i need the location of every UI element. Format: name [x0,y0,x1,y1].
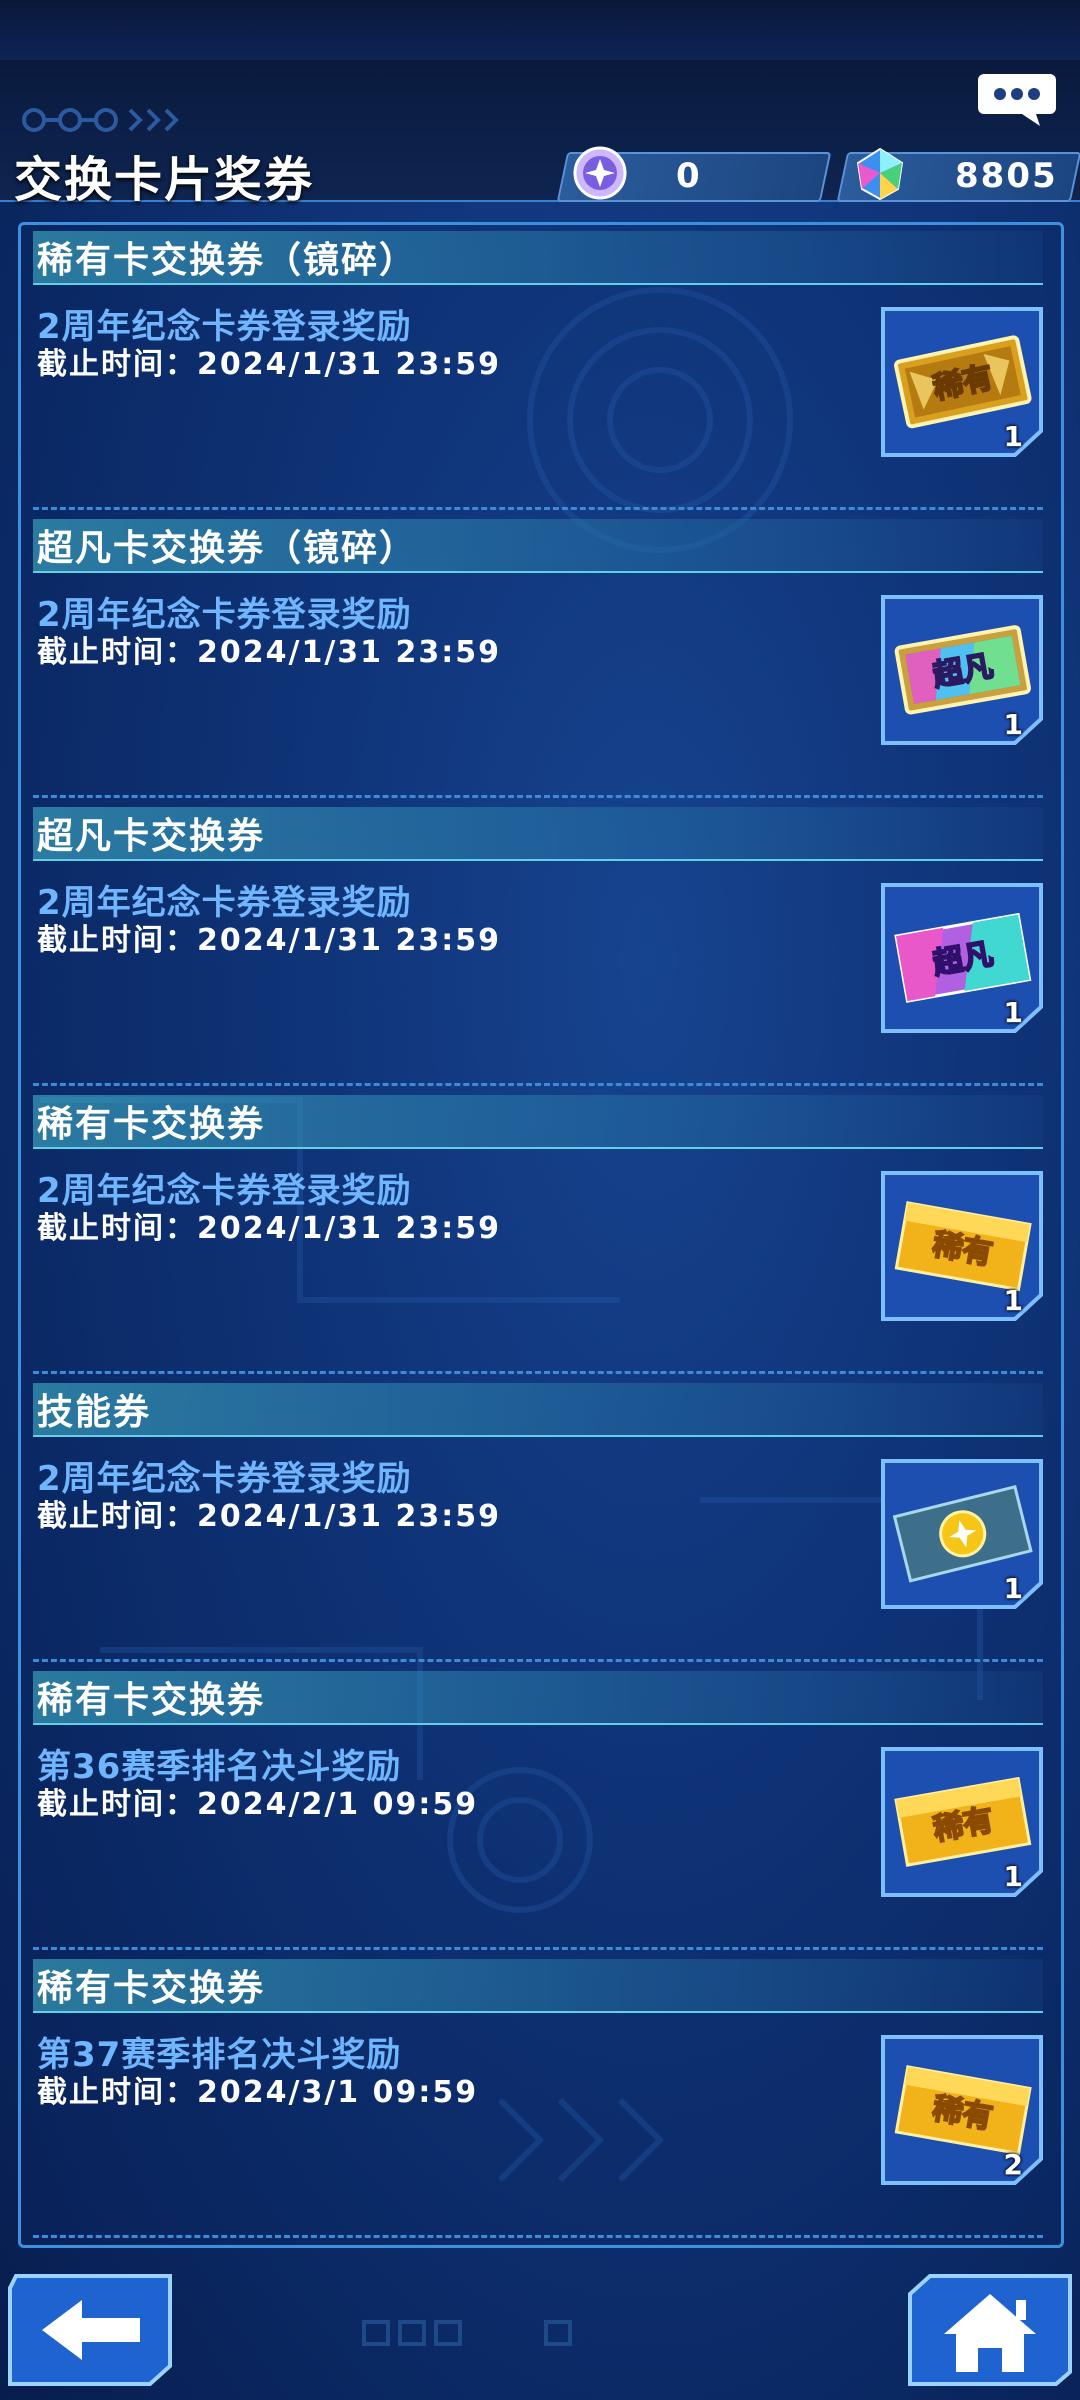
ticket-name: 稀有卡交换券 [37,1104,266,1145]
row-header [33,1383,1043,1437]
ticket-item-button[interactable]: 超凡 1 [879,881,1045,1035]
ticket-count: 1 [1003,1860,1023,1893]
back-arrow-icon [8,2274,172,2386]
home-button[interactable] [906,2272,1074,2388]
ticket-deadline: 截止时间：2024/1/31 23:59 [37,1211,501,1246]
chat-button[interactable] [978,70,1056,128]
list-item[interactable]: 稀有卡交换券 第36赛季排名决斗奖励 截止时间：2024/2/1 09:59 稀… [21,1665,1061,1953]
ticket-name: 技能券 [37,1392,152,1433]
ticket-deadline: 截止时间：2024/1/31 23:59 [37,1499,501,1534]
chat-bubble-icon [978,74,1056,126]
ticket-count: 2 [1003,2148,1023,2181]
ticket-item-button[interactable]: 稀有 1 [879,305,1045,459]
ticket-name: 稀有卡交换券 [37,1968,266,2009]
purple-orb-icon [572,145,628,201]
list-item[interactable]: 稀有卡交换券（镜碎） 2周年纪念卡券登录奖励 截止时间：2024/1/31 23… [21,225,1061,513]
ticket-count: 1 [1003,420,1023,453]
ticket-item-button[interactable]: 稀有 1 [879,1745,1045,1899]
ticket-deadline: 截止时间：2024/1/31 23:59 [37,635,501,670]
header-decoration [22,108,179,132]
ticket-deadline: 截止时间：2024/3/1 09:59 [37,2075,479,2110]
list-item[interactable]: 稀有卡交换券 2周年纪念卡券登录奖励 截止时间：2024/1/31 23:59 … [21,1089,1061,1377]
ticket-name: 超凡卡交换券 [37,816,266,857]
ticket-deadline: 截止时间：2024/2/1 09:59 [37,1787,479,1822]
rainbow-gem-icon [852,145,908,201]
ticket-name: 超凡卡交换券（镜碎） [37,528,418,569]
ticket-count: 1 [1003,1572,1023,1605]
list-item[interactable]: 超凡卡交换券（镜碎） 2周年纪念卡券登录奖励 截止时间：2024/1/31 23… [21,513,1061,801]
row-divider [33,2235,1043,2238]
currency-gem-value: 8805 [955,156,1058,196]
ticket-deadline: 截止时间：2024/1/31 23:59 [37,347,501,382]
ticket-item-button[interactable]: 稀有 1 [879,1169,1045,1323]
ticket-list-panel: 稀有卡交换券（镜碎） 2周年纪念卡券登录奖励 截止时间：2024/1/31 23… [18,222,1064,2248]
row-divider [33,507,1043,510]
list-item[interactable]: 技能券 2周年纪念卡券登录奖励 截止时间：2024/1/31 23:59 1 [21,1377,1061,1665]
ticket-deadline: 截止时间：2024/1/31 23:59 [37,923,501,958]
ticket-count: 1 [1003,1284,1023,1317]
row-divider [33,1083,1043,1086]
ticket-item-button[interactable]: 1 [879,1457,1045,1611]
currency-orb-value: 0 [676,156,702,196]
ticket-name: 稀有卡交换券（镜碎） [37,240,418,281]
ticket-item-button[interactable]: 超凡 1 [879,593,1045,747]
list-item[interactable]: 超凡卡交换券 2周年纪念卡券登录奖励 截止时间：2024/1/31 23:59 … [21,801,1061,1089]
status-bar [0,0,1080,60]
row-divider [33,1659,1043,1662]
ticket-item-button[interactable]: 稀有 2 [879,2033,1045,2187]
row-divider [33,795,1043,798]
home-icon [908,2274,1072,2386]
ticket-name: 稀有卡交换券 [37,1680,266,1721]
ticket-count: 1 [1003,996,1023,1029]
list-item[interactable]: 稀有卡交换券 第37赛季排名决斗奖励 截止时间：2024/3/1 09:59 稀… [21,1953,1061,2241]
row-divider [33,1947,1043,1950]
row-divider [33,1371,1043,1374]
bottom-decoration [362,2320,572,2346]
ticket-count: 1 [1003,708,1023,741]
page-title: 交换卡片奖券 [14,152,315,208]
back-button[interactable] [6,2272,174,2388]
